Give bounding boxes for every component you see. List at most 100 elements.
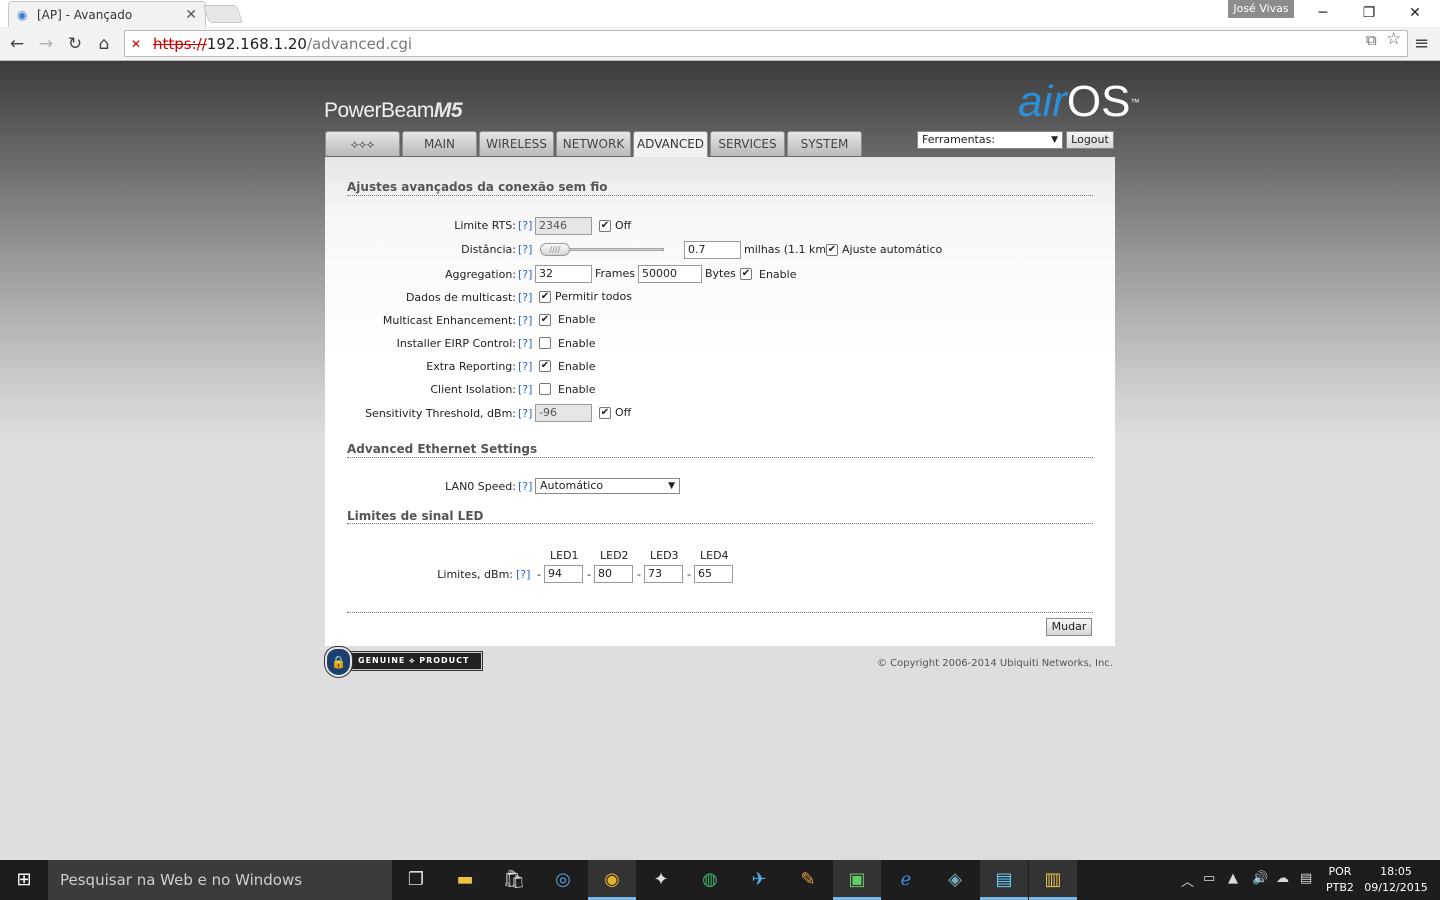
tray-volume-icon[interactable]: 🔊 xyxy=(1252,871,1268,886)
distance-input[interactable]: 0.7 xyxy=(684,241,741,259)
app-folder-icon[interactable]: ▥ xyxy=(1029,860,1077,900)
extra-reporting-option: Enable xyxy=(558,360,596,373)
aggregation-bytes-input[interactable]: 50000 xyxy=(638,265,702,283)
paint-icon[interactable]: ✎ xyxy=(784,860,832,900)
led1-input[interactable]: 94 xyxy=(544,565,583,583)
tray-chevron-up-icon[interactable]: ︿ xyxy=(1181,871,1194,890)
lan-speed-select[interactable]: Automático ▼ xyxy=(535,478,680,494)
multicast-label: Dados de multicast: xyxy=(405,291,516,304)
url-scheme: https:// xyxy=(153,34,207,53)
app-globe-icon[interactable]: ◎ xyxy=(539,860,587,900)
multicast-option-label: Permitir todos xyxy=(555,290,632,303)
tools-dropdown[interactable]: Ferramentas: ▼ xyxy=(917,131,1063,149)
help-link-distance[interactable]: [?] xyxy=(518,243,532,256)
tab-ubiquiti-home[interactable]: ⟡⟡⟡ xyxy=(325,131,400,156)
lock-shield-icon: 🔒 xyxy=(325,647,352,677)
profile-user-badge[interactable]: José Vivas xyxy=(1228,0,1294,18)
rts-off-checkbox[interactable]: ✔ xyxy=(599,220,611,232)
aggregation-enable-checkbox[interactable]: ✔ xyxy=(740,268,752,280)
distance-slider-handle[interactable]: //// xyxy=(540,243,570,256)
internet-explorer-icon[interactable]: ℯ xyxy=(882,860,930,900)
help-link-rts[interactable]: [?] xyxy=(518,219,532,232)
lan-speed-label: LAN0 Speed: xyxy=(445,480,516,493)
chrome-icon[interactable]: ◉ xyxy=(588,860,636,900)
extra-reporting-checkbox[interactable]: ✔ xyxy=(539,360,551,372)
aggregation-enable-label: Enable xyxy=(759,268,797,281)
restore-icon[interactable]: ❐ xyxy=(1346,2,1392,24)
airos-logo: airOS™ xyxy=(1018,77,1140,126)
bytes-label: Bytes xyxy=(705,267,736,280)
eirp-checkbox[interactable] xyxy=(539,337,551,349)
app-green-icon[interactable]: ▣ xyxy=(833,860,881,900)
browser-menu-icon[interactable]: ≡ xyxy=(1414,33,1429,54)
section-divider xyxy=(347,195,1093,196)
task-view-icon[interactable]: ❐ xyxy=(392,860,440,900)
client-isolation-label: Client Isolation: xyxy=(430,383,516,396)
app-window-icon[interactable]: ▤ xyxy=(980,860,1028,900)
multicast-enhancement-checkbox[interactable]: ✔ xyxy=(539,314,551,326)
tab-wireless[interactable]: WIRELESS xyxy=(479,131,554,156)
help-link-extra-reporting[interactable]: [?] xyxy=(518,360,532,373)
help-link-sensitivity[interactable]: [?] xyxy=(518,407,532,420)
file-explorer-icon[interactable]: ▬ xyxy=(441,860,489,900)
frames-label: Frames xyxy=(595,267,636,280)
browser-tab-strip: ◉ [AP] - Avançado ✕ José Vivas ─ ❐ ✕ xyxy=(0,0,1440,27)
aggregation-frames-input[interactable]: 32 xyxy=(535,265,592,283)
tray-network-icon[interactable]: ☁ xyxy=(1276,871,1289,886)
tab-advanced[interactable]: ADVANCED xyxy=(633,131,708,157)
help-link-lan-speed[interactable]: [?] xyxy=(518,480,532,493)
help-link-aggregation[interactable]: [?] xyxy=(518,268,532,281)
store-icon[interactable]: 🛍 xyxy=(490,860,538,900)
forward-icon[interactable]: → xyxy=(35,33,57,55)
eirp-label: Installer EIRP Control: xyxy=(396,337,516,350)
multicast-checkbox[interactable]: ✔ xyxy=(539,291,551,303)
help-link-led[interactable]: [?] xyxy=(516,568,530,581)
help-link-multicast[interactable]: [?] xyxy=(518,291,532,304)
taskbar-clock[interactable]: 18:05 09/12/2015 xyxy=(1364,864,1428,896)
app-network-icon[interactable]: ◈ xyxy=(931,860,979,900)
translate-icon[interactable]: ⧉ xyxy=(1366,31,1377,49)
product-brand: PowerBeamM5 xyxy=(324,99,463,122)
sensitivity-off-checkbox[interactable]: ✔ xyxy=(599,407,611,419)
led4-input[interactable]: 65 xyxy=(694,565,733,583)
insecure-lock-icon[interactable]: ✕ xyxy=(131,36,147,52)
client-isolation-checkbox[interactable] xyxy=(539,383,551,395)
reload-icon[interactable]: ↻ xyxy=(64,33,86,55)
save-button[interactable]: Mudar xyxy=(1046,618,1092,636)
taskbar-search-box[interactable]: Pesquisar na Web e no Windows xyxy=(48,860,392,900)
close-tab-icon[interactable]: ✕ xyxy=(185,7,197,23)
back-icon[interactable]: ← xyxy=(6,33,28,55)
tab-main[interactable]: MAIN xyxy=(402,131,477,156)
logout-button[interactable]: Logout xyxy=(1066,131,1114,149)
multicast-enhancement-option: Enable xyxy=(558,313,596,326)
language-indicator[interactable]: POR PTB2 xyxy=(1326,864,1354,896)
bookmark-star-icon[interactable]: ☆ xyxy=(1386,29,1401,49)
rts-input[interactable]: 2346 xyxy=(535,217,592,235)
browser-tab-active[interactable]: ◉ [AP] - Avançado ✕ xyxy=(8,1,206,27)
tray-drive-icon[interactable]: ▲ xyxy=(1228,871,1238,886)
auto-adjust-checkbox[interactable]: ✔ xyxy=(826,244,838,256)
help-link-client-isolation[interactable]: [?] xyxy=(518,383,532,396)
help-link-multicast-enhancement[interactable]: [?] xyxy=(518,314,532,327)
home-icon[interactable]: ⌂ xyxy=(93,33,115,55)
tray-battery-icon[interactable]: ▭ xyxy=(1203,871,1215,886)
led3-input[interactable]: 73 xyxy=(644,565,683,583)
led2-input[interactable]: 80 xyxy=(594,565,633,583)
app-green-globe-icon[interactable]: ◍ xyxy=(686,860,734,900)
minimize-icon[interactable]: ─ xyxy=(1300,2,1346,24)
windows-start-icon[interactable]: ⊞ xyxy=(0,860,48,900)
sensitivity-input[interactable]: -96 xyxy=(535,404,592,422)
address-bar[interactable]: ✕ https:// 192.168.1.20 /advanced.cgi xyxy=(124,30,1408,57)
led1-header: LED1 xyxy=(550,549,579,562)
tab-services[interactable]: SERVICES xyxy=(710,131,785,156)
new-tab-button[interactable] xyxy=(202,5,244,23)
tab-title: [AP] - Avançado xyxy=(37,7,133,22)
app-satellite-icon[interactable]: ✦ xyxy=(637,860,685,900)
section-title-ethernet: Advanced Ethernet Settings xyxy=(347,442,538,456)
tray-notifications-icon[interactable]: ▤ xyxy=(1300,871,1312,886)
tab-system[interactable]: SYSTEM xyxy=(787,131,862,156)
close-window-icon[interactable]: ✕ xyxy=(1392,2,1438,24)
help-link-eirp[interactable]: [?] xyxy=(518,337,532,350)
tab-network[interactable]: NETWORK xyxy=(556,131,631,156)
twitter-icon[interactable]: ✈ xyxy=(735,860,783,900)
